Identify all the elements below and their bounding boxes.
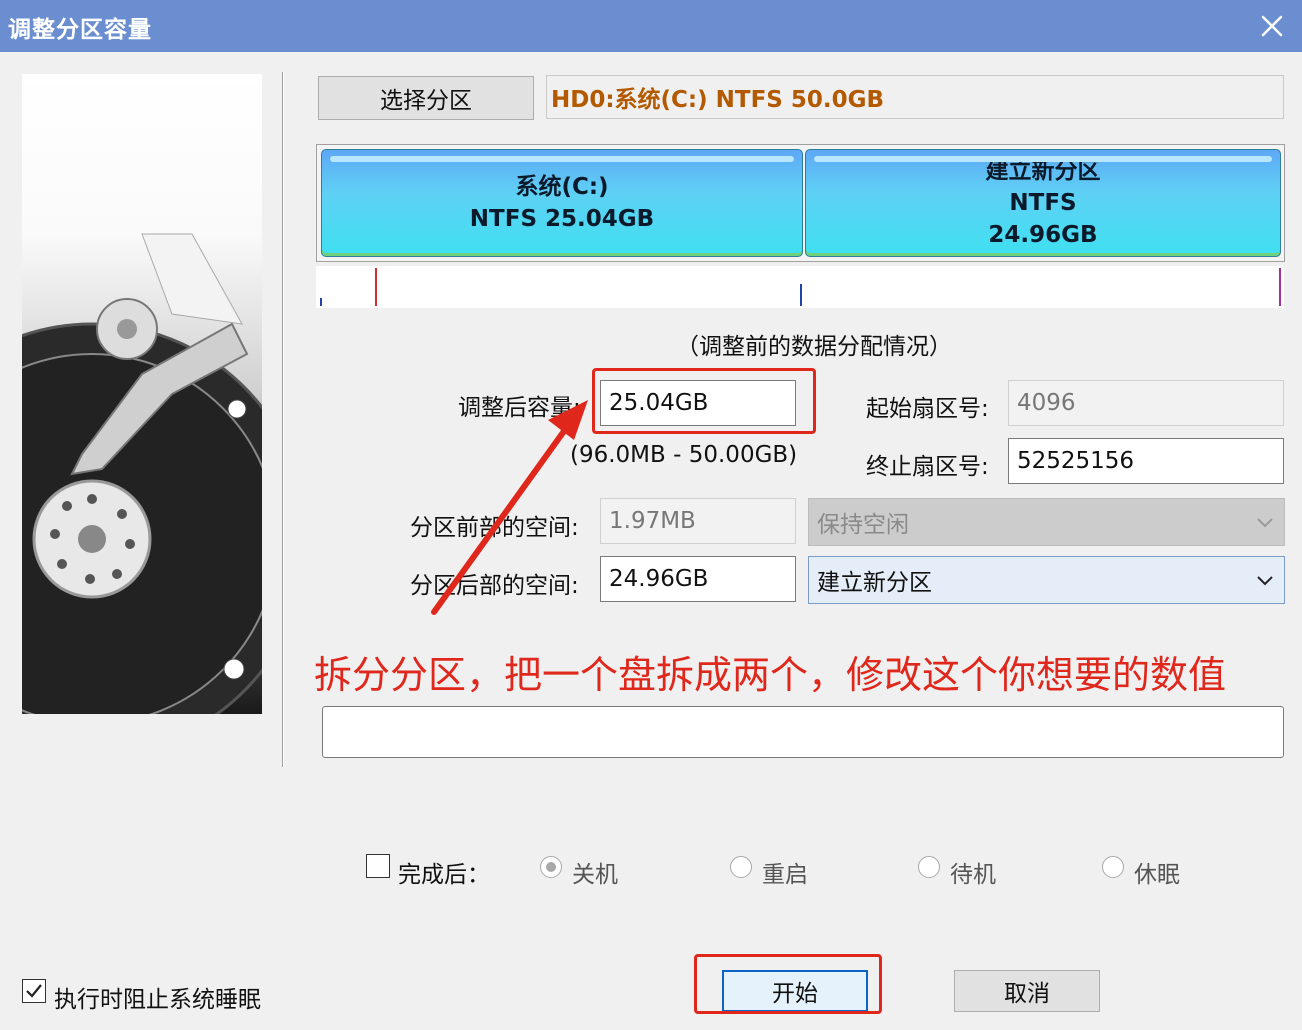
radio-standby: [918, 856, 940, 878]
checkmark-icon: [26, 984, 42, 998]
radio-hibernate: [1102, 856, 1124, 878]
annotation-text: 拆分分区，把一个盘拆成两个，修改这个你想要的数值: [314, 653, 1227, 697]
cancel-button[interactable]: 取消: [954, 970, 1100, 1012]
radio-shutdown-label: 关机: [572, 862, 618, 888]
annotation-highlight-start: [694, 954, 882, 1014]
radio-hibernate-label: 休眠: [1134, 862, 1180, 888]
annotation-input-field[interactable]: [322, 706, 1284, 758]
radio-standby-label: 待机: [950, 862, 996, 888]
radio-restart: [730, 856, 752, 878]
radio-restart-label: 重启: [762, 862, 808, 888]
prevent-sleep-checkbox[interactable]: [22, 979, 46, 1003]
radio-shutdown: [540, 856, 562, 878]
after-completion-checkbox[interactable]: [366, 854, 390, 878]
after-completion-label: 完成后：: [398, 862, 490, 888]
prevent-sleep-label: 执行时阻止系统睡眠: [54, 987, 261, 1013]
